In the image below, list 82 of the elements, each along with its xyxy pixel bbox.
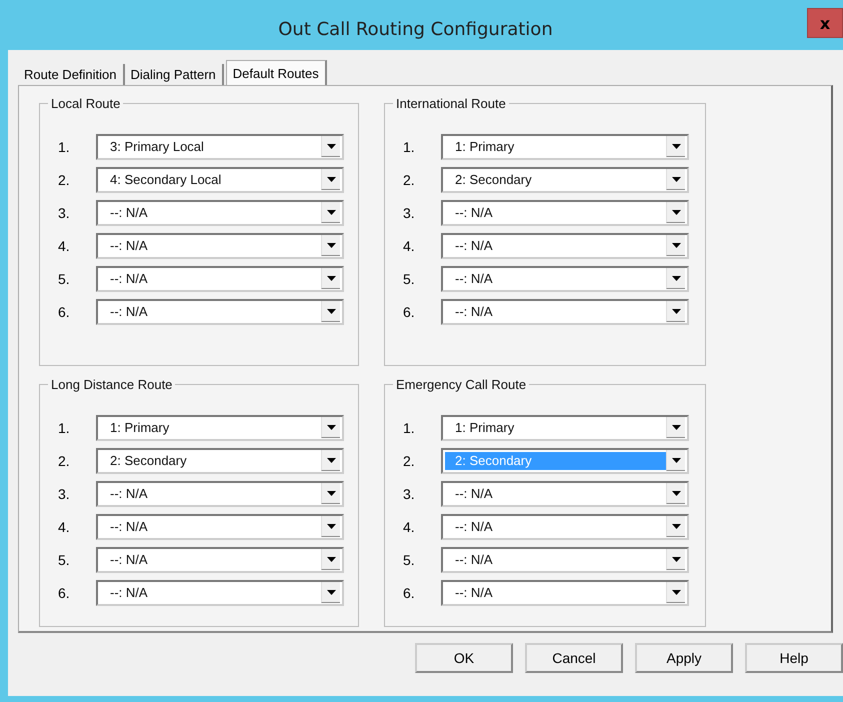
route-dropdown[interactable]: --: N/A: [441, 266, 689, 292]
row-number: 3.: [57, 204, 71, 220]
row-number: 1.: [402, 420, 416, 436]
row-number: 5.: [402, 270, 416, 286]
row-number: 2.: [57, 172, 71, 188]
dropdown-value: --: N/A: [109, 584, 149, 602]
dropdown-value: 1: Primary: [109, 419, 170, 436]
dropdown-value: --: N/A: [109, 237, 149, 254]
route-dropdown[interactable]: --: N/A: [441, 514, 689, 540]
route-dropdown[interactable]: --: N/A: [96, 514, 344, 540]
route-dropdown[interactable]: --: N/A: [441, 200, 689, 226]
row-number: 6.: [402, 304, 416, 320]
dropdown-value: --: N/A: [454, 270, 494, 288]
row-number: 4.: [57, 518, 71, 534]
row-number: 5.: [57, 552, 71, 568]
dropdown-value: 4: Secondary Local: [109, 171, 222, 188]
route-dropdown[interactable]: 1: Primary: [441, 414, 689, 440]
row-number: 2.: [402, 172, 416, 188]
row-number: 2.: [402, 452, 416, 468]
dropdown-value: --: N/A: [109, 551, 149, 568]
row-number: 6.: [57, 304, 71, 320]
route-dropdown[interactable]: --: N/A: [441, 232, 689, 258]
dropdown-value: --: N/A: [454, 584, 494, 602]
group-title: Emergency Call Route: [393, 377, 530, 392]
dropdown-value: --: N/A: [454, 485, 494, 502]
route-dropdown[interactable]: --: N/A: [96, 546, 344, 572]
route-dropdown[interactable]: 2: Secondary: [96, 448, 344, 474]
row-number: 5.: [57, 270, 71, 286]
dropdown-value: --: N/A: [454, 237, 494, 254]
dropdown-value: 2: Secondary: [454, 171, 533, 188]
dropdown-value: --: N/A: [109, 485, 149, 502]
route-dropdown[interactable]: 1: Primary: [96, 414, 344, 440]
row-number: 4.: [402, 518, 416, 534]
group-title: International Route: [393, 96, 509, 111]
dropdown-value: 3: Primary Local: [109, 138, 205, 156]
route-dropdown[interactable]: --: N/A: [96, 480, 344, 506]
dialog-button[interactable]: Apply: [635, 643, 733, 673]
dialog-button[interactable]: Cancel: [525, 643, 623, 673]
dialog-button[interactable]: Help: [745, 643, 843, 673]
row-number: 6.: [402, 584, 416, 600]
window-title: Out Call Routing Configuration: [278, 18, 553, 40]
dropdown-value: 1: Primary: [454, 419, 516, 436]
route-dropdown[interactable]: --: N/A: [96, 580, 344, 606]
close-button[interactable]: x: [807, 8, 843, 38]
route-dropdown[interactable]: --: N/A: [96, 200, 344, 226]
row-number: 3.: [402, 486, 416, 502]
row-number: 1.: [57, 138, 71, 154]
dropdown-value: --: N/A: [454, 303, 494, 320]
dialog-button[interactable]: OK: [415, 643, 513, 673]
dropdown-value: 2: Secondary: [445, 452, 666, 470]
route-dropdown[interactable]: --: N/A: [96, 298, 344, 324]
row-number: 2.: [57, 452, 71, 468]
route-dropdown[interactable]: --: N/A: [441, 580, 689, 606]
dropdown-value: --: N/A: [454, 204, 494, 222]
dropdown-value: --: N/A: [109, 204, 149, 222]
route-dropdown[interactable]: 4: Secondary Local: [96, 166, 344, 192]
group-title: Long Distance Route: [48, 377, 176, 392]
row-number: 1.: [57, 420, 71, 436]
dropdown-value: --: N/A: [109, 270, 149, 288]
route-dropdown[interactable]: 1: Primary: [441, 134, 689, 160]
group-title: Local Route: [48, 96, 124, 111]
dropdown-value: --: N/A: [454, 518, 494, 536]
dropdown-value: 2: Secondary: [109, 452, 188, 470]
dropdown-value: --: N/A: [109, 518, 149, 536]
route-dropdown[interactable]: --: N/A: [441, 546, 689, 572]
row-number: 3.: [57, 486, 71, 502]
row-number: 6.: [57, 584, 71, 600]
row-number: 5.: [402, 552, 416, 568]
row-number: 3.: [402, 204, 416, 220]
dropdown-value: --: N/A: [454, 551, 494, 568]
route-dropdown[interactable]: --: N/A: [96, 266, 344, 292]
route-dropdown[interactable]: --: N/A: [96, 232, 344, 258]
dropdown-value: --: N/A: [109, 303, 149, 320]
dropdown-value: 1: Primary: [454, 138, 516, 156]
route-dropdown[interactable]: 2: Secondary: [441, 166, 689, 192]
route-dropdown[interactable]: --: N/A: [441, 480, 689, 506]
route-dropdown[interactable]: 3: Primary Local: [96, 134, 344, 160]
route-dropdown[interactable]: --: N/A: [441, 298, 689, 324]
row-number: 4.: [57, 238, 71, 254]
row-number: 4.: [402, 238, 416, 254]
row-number: 1.: [402, 138, 416, 154]
tab[interactable]: Default Routes: [226, 60, 327, 85]
